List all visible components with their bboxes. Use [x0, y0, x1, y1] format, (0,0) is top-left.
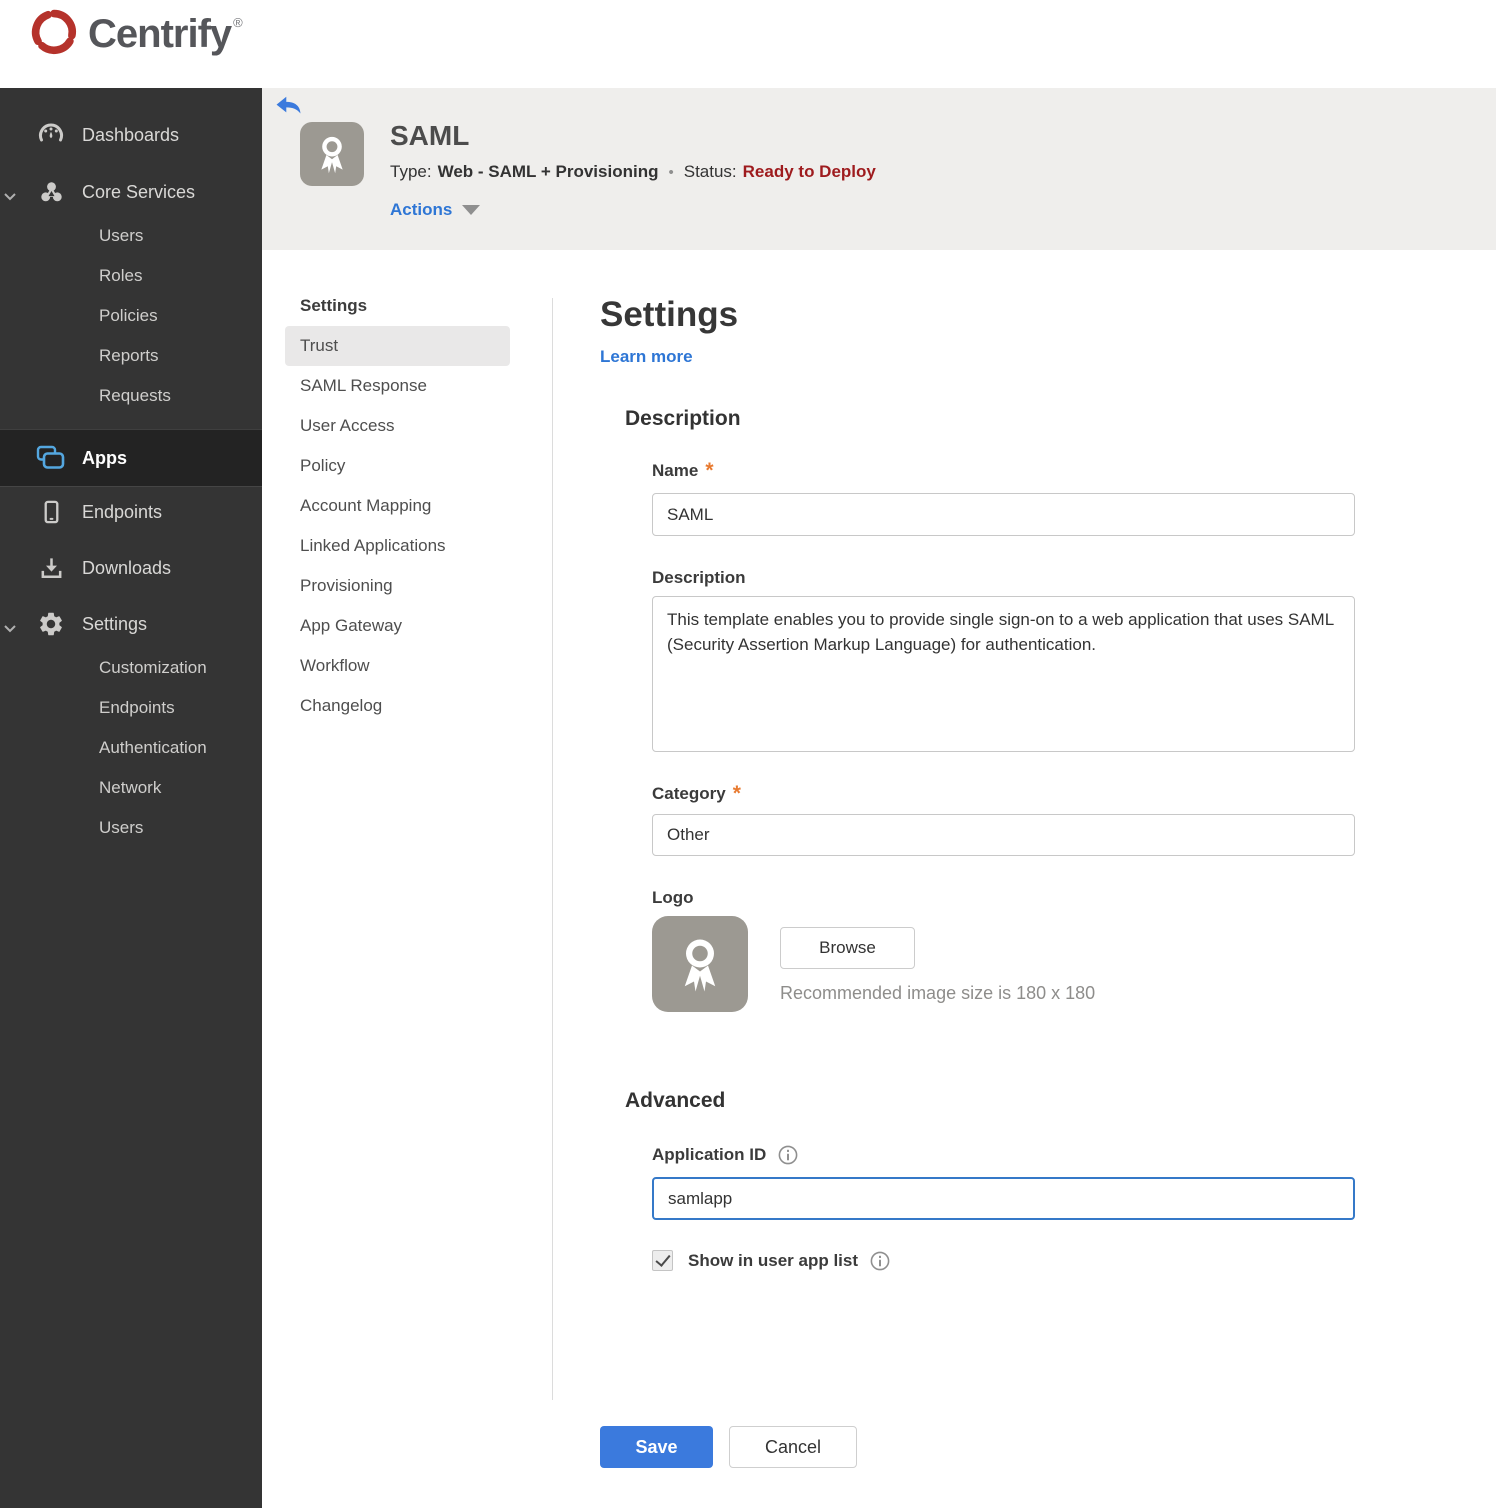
sidebar-item-roles[interactable]: Roles: [0, 256, 262, 296]
download-icon: [36, 555, 66, 582]
application-id-field[interactable]: [652, 1177, 1355, 1220]
top-bar: Centrify ®: [0, 0, 1496, 88]
application-id-label: Application ID: [652, 1145, 767, 1164]
app-meta: Type: Web - SAML + Provisioning • Status…: [390, 162, 876, 182]
centrify-swirl-icon: [28, 6, 80, 63]
info-icon[interactable]: [870, 1251, 890, 1271]
cancel-button[interactable]: Cancel: [729, 1426, 857, 1468]
advanced-section-heading: Advanced: [625, 1089, 726, 1112]
learn-more-link[interactable]: Learn more: [600, 347, 693, 367]
settings-form: Settings Learn more Description Name * D…: [600, 250, 1390, 1468]
sidebar-item-network[interactable]: Network: [0, 768, 262, 808]
name-label: Name: [652, 461, 699, 480]
app-header: SAML Type: Web - SAML + Provisioning • S…: [262, 88, 1496, 250]
vertical-divider: [552, 298, 553, 1400]
category-field[interactable]: [652, 814, 1355, 856]
smartphone-icon: [36, 499, 66, 526]
sidebar-item-customization[interactable]: Customization: [0, 648, 262, 688]
logo-label: Logo: [652, 888, 694, 907]
sidebar-item-authentication[interactable]: Authentication: [0, 728, 262, 768]
back-arrow-icon[interactable]: [276, 96, 302, 118]
description-label: Description: [652, 568, 746, 587]
subnav-title: Settings: [300, 296, 368, 315]
sidebar-item-label: Dashboards: [82, 124, 180, 145]
subnav-item-user-access[interactable]: User Access: [285, 406, 510, 446]
apps-icon: [36, 445, 66, 471]
settings-subnav: Settings Trust SAML Response User Access…: [262, 250, 552, 726]
app-name: SAML: [390, 120, 470, 151]
sidebar-item-apps[interactable]: Apps: [0, 429, 262, 487]
content-area: Settings Trust SAML Response User Access…: [262, 250, 1496, 1508]
subnav-item-saml-response[interactable]: SAML Response: [285, 366, 510, 406]
subnav-item-trust[interactable]: Trust: [285, 326, 510, 366]
sidebar-item-reports[interactable]: Reports: [0, 336, 262, 376]
logo-hint: Recommended image size is 180 x 180: [780, 983, 1096, 1003]
subnav-item-app-gateway[interactable]: App Gateway: [285, 606, 510, 646]
sidebar-item-label: Settings: [82, 613, 148, 634]
sidebar-item-endpoints[interactable]: Endpoints: [0, 488, 262, 536]
chevron-down-icon[interactable]: [4, 620, 16, 638]
sidebar-item-dashboards[interactable]: Dashboards: [0, 111, 262, 159]
save-button[interactable]: Save: [600, 1426, 713, 1468]
description-field[interactable]: This template enables you to provide sin…: [652, 596, 1355, 752]
sidebar-item-settings-users[interactable]: Users: [0, 808, 262, 848]
status-label: Status:: [683, 162, 737, 181]
type-value: Web - SAML + Provisioning: [437, 162, 659, 181]
sidebar-item-settings-endpoints[interactable]: Endpoints: [0, 688, 262, 728]
subnav-item-linked-applications[interactable]: Linked Applications: [285, 526, 510, 566]
brand-trademark: ®: [233, 15, 243, 30]
browse-button[interactable]: Browse: [780, 927, 915, 969]
status-value: Ready to Deploy: [742, 162, 876, 181]
subnav-item-workflow[interactable]: Workflow: [285, 646, 510, 686]
meta-separator: •: [668, 163, 674, 181]
required-marker: *: [732, 782, 741, 805]
category-label: Category: [652, 784, 726, 803]
gear-icon: [36, 610, 66, 638]
sidebar-item-policies[interactable]: Policies: [0, 296, 262, 336]
subnav-item-provisioning[interactable]: Provisioning: [285, 566, 510, 606]
logo-preview: [652, 916, 748, 1012]
core-services-icon: [36, 179, 66, 206]
chevron-down-icon[interactable]: [4, 188, 16, 206]
gauge-icon: [36, 121, 66, 149]
sidebar: Dashboards Core Services Users Roles Pol…: [0, 88, 262, 1508]
actions-label: Actions: [390, 200, 453, 219]
sidebar-item-downloads[interactable]: Downloads: [0, 544, 262, 592]
sidebar-item-settings[interactable]: Settings: [0, 600, 262, 648]
app-icon: [300, 122, 364, 186]
caret-down-icon: [462, 205, 481, 215]
subnav-item-policy[interactable]: Policy: [285, 446, 510, 486]
page-title: Settings: [600, 295, 739, 334]
show-in-user-app-list-label: Show in user app list: [688, 1250, 859, 1270]
name-field[interactable]: [652, 493, 1355, 536]
actions-dropdown[interactable]: Actions: [390, 200, 481, 220]
sidebar-item-label: Endpoints: [82, 501, 163, 522]
info-icon[interactable]: [778, 1145, 798, 1165]
show-in-user-app-list-checkbox[interactable]: [652, 1250, 673, 1271]
sidebar-item-requests[interactable]: Requests: [0, 376, 262, 416]
brand-name: Centrify: [88, 12, 232, 56]
description-section-heading: Description: [625, 407, 741, 430]
sidebar-item-users[interactable]: Users: [0, 216, 262, 256]
required-marker: *: [705, 459, 714, 482]
brand-logo: Centrify ®: [28, 6, 243, 63]
type-label: Type:: [390, 162, 432, 181]
sidebar-item-label: Core Services: [82, 181, 196, 202]
sidebar-item-core-services[interactable]: Core Services: [0, 168, 262, 216]
sidebar-item-label: Apps: [82, 447, 127, 468]
sidebar-item-label: Downloads: [82, 557, 172, 578]
subnav-item-changelog[interactable]: Changelog: [285, 686, 510, 726]
subnav-item-account-mapping[interactable]: Account Mapping: [285, 486, 510, 526]
